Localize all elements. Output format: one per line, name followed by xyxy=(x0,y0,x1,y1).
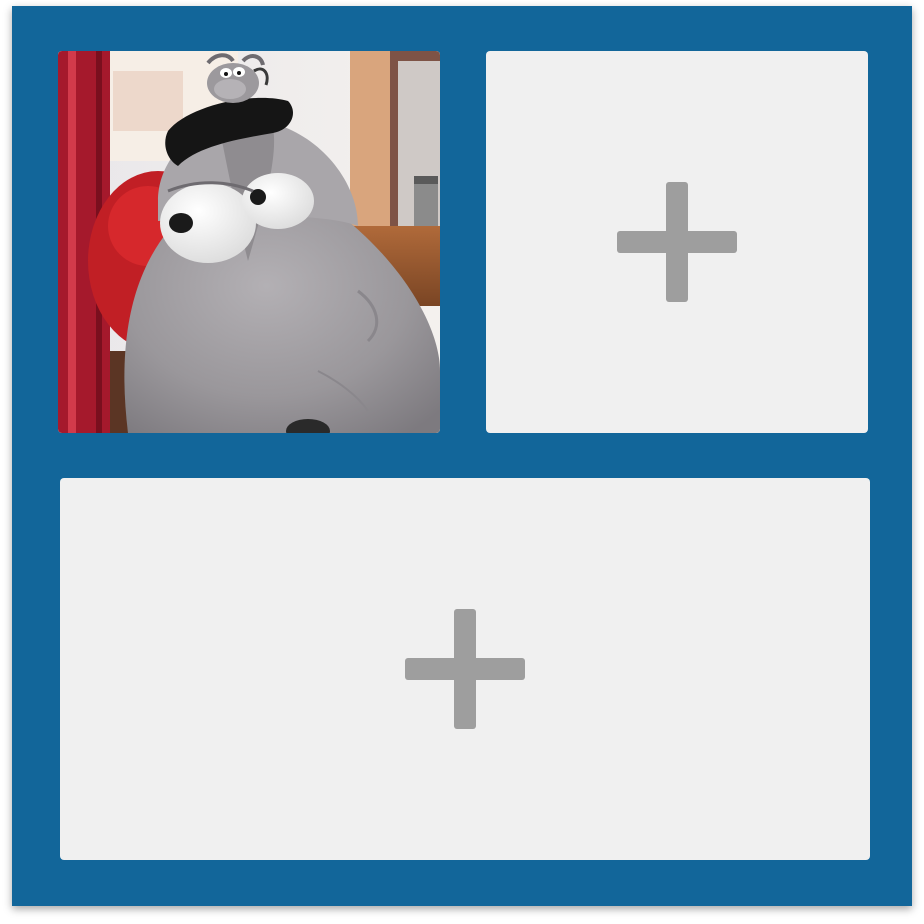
plus-icon-vertical-bar xyxy=(666,182,688,302)
plus-icon[interactable] xyxy=(405,609,525,729)
plush-toy-photo xyxy=(58,51,440,433)
plus-icon-vertical-bar xyxy=(454,609,476,729)
plus-icon[interactable] xyxy=(617,182,737,302)
photo-cell[interactable] xyxy=(58,51,440,433)
empty-cell-bottom[interactable] xyxy=(60,478,870,860)
collage-canvas xyxy=(12,6,912,906)
empty-cell-top-right[interactable] xyxy=(486,51,868,433)
